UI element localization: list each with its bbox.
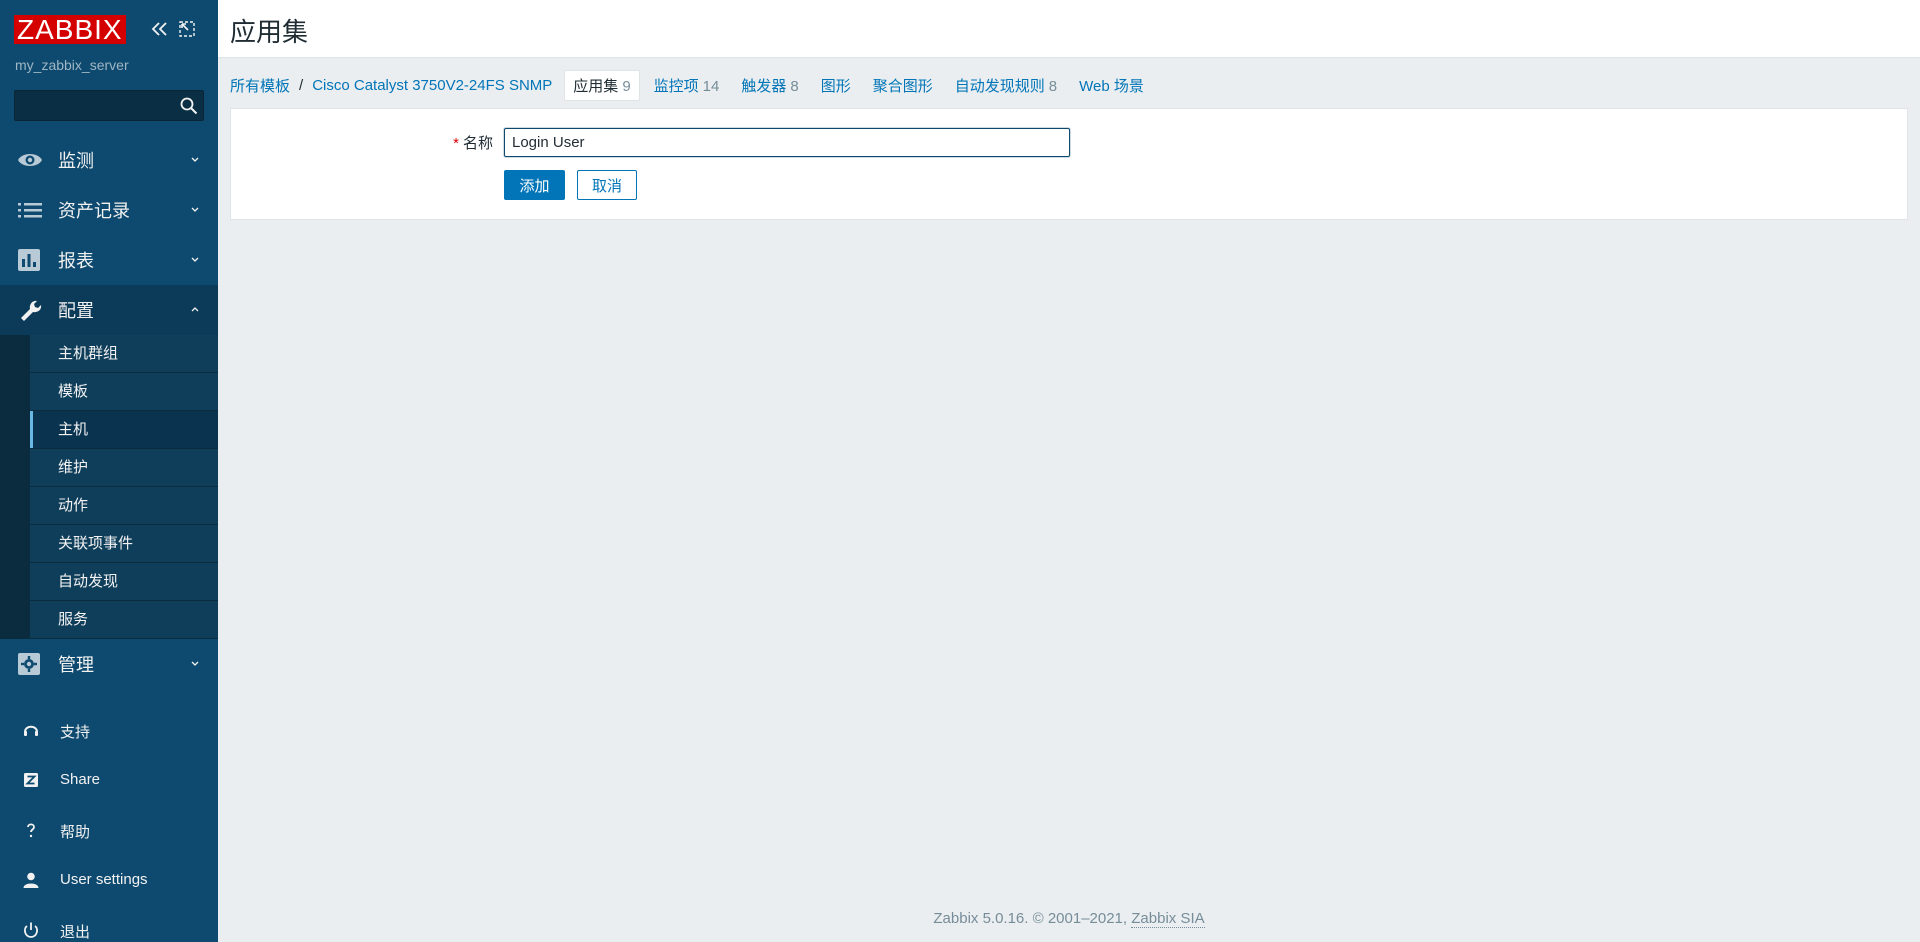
tab-label: Web 场景 [1079,77,1144,95]
server-name: my_zabbix_server [15,57,129,73]
menu-item-configuration[interactable]: 配置 [0,285,218,335]
menu-item-inventory[interactable]: 资产记录 [0,185,218,235]
submenu-item-maintenance[interactable]: 维护 [30,449,218,487]
kiosk-mode-icon[interactable] [178,20,196,38]
share-icon [24,773,38,787]
menu-label: 报表 [58,251,94,271]
sidebar-search [14,90,204,121]
menu-item-help[interactable]: 帮助 [0,805,218,855]
menu-label: 退出 [60,924,91,941]
tab-count: 8 [790,77,799,95]
menu-label: 帮助 [60,824,91,841]
collapse-sidebar-icon[interactable] [148,18,170,40]
menu-item-sign-out[interactable]: 退出 [0,905,218,942]
bar-chart-icon [18,249,40,271]
submenu-item-templates[interactable]: 模板 [30,373,218,411]
page-title: 应用集 [230,17,309,47]
submenu-item-services[interactable]: 服务 [30,601,218,639]
chevron-down-icon [191,257,199,262]
menu-label: User settings [60,871,148,888]
sidebar: ZABBIX my_zabbix_server 监测 资产记录 报表 配置 主机… [0,0,218,942]
tab-count: 9 [622,77,631,95]
menu-label: Share [60,771,101,788]
cancel-button[interactable]: 取消 [577,170,637,200]
application-form: *名称 添加 取消 [230,108,1908,220]
menu-item-support[interactable]: 支持 [0,705,218,755]
menu-item-share[interactable]: Share [0,755,218,805]
tab-label: 应用集 [573,77,619,95]
tab-screens[interactable]: 聚合图形 [865,71,941,100]
name-label-text: 名称 [462,135,493,152]
tab-count: 8 [1048,77,1058,95]
footer: Zabbix 5.0.16. © 2001–2021, Zabbix SIA [218,910,1920,928]
chevron-down-icon [191,157,199,162]
required-mark: * [453,135,459,152]
tab-label: 图形 [820,77,851,95]
tab-count: 14 [702,77,720,95]
name-input[interactable] [504,128,1070,157]
menu-item-monitoring[interactable]: 监测 [0,135,218,185]
menu-label: 管理 [58,655,94,675]
search-input[interactable] [15,91,175,120]
headset-icon [24,725,38,736]
menu-label: 资产记录 [58,201,130,221]
chevron-down-icon [191,661,199,666]
tab-web-scenarios[interactable]: Web 场景 [1071,71,1152,100]
footer-vendor-link[interactable]: Zabbix SIA [1131,910,1205,928]
menu-label: 支持 [60,724,91,741]
tab-label: 聚合图形 [872,77,933,95]
tab-label: 自动发现规则 [954,77,1045,95]
chevron-down-icon [191,207,199,212]
list-icon [18,203,42,218]
breadcrumb-template[interactable]: Cisco Catalyst 3750V2-24FS SNMP [312,77,552,94]
breadcrumb-separator: / [299,76,304,94]
tab-graphs[interactable]: 图形 [813,71,859,100]
search-icon[interactable] [179,96,199,116]
page-header: 应用集 [218,0,1920,58]
menu-item-user-settings[interactable]: User settings [0,855,218,905]
tab-discovery-rules[interactable]: 自动发现规则 8 [947,71,1065,100]
submenu-item-discovery[interactable]: 自动发现 [30,563,218,601]
bottom-menu: 支持 Share 帮助 User settings 退出 [0,705,218,942]
tab-applications[interactable]: 应用集 9 [564,69,640,101]
tab-triggers[interactable]: 触发器 8 [733,71,806,100]
breadcrumb-all-templates[interactable]: 所有模板 [230,75,290,96]
tab-label: 触发器 [741,77,787,95]
name-label: * 名称 [231,132,493,153]
tab-items[interactable]: 监控项 14 [646,71,728,100]
sidebar-header: ZABBIX [0,0,218,60]
submenu-item-host-groups[interactable]: 主机群组 [30,335,218,373]
footer-copyright: Zabbix 5.0.16. © 2001–2021, [933,910,1132,927]
help-icon [27,823,35,838]
submenu-item-hosts[interactable]: 主机 [30,411,218,449]
template-navigation: 所有模板 / Cisco Catalyst 3750V2-24FS SNMP 应… [230,69,1158,101]
tab-label: 监控项 [653,77,699,95]
user-icon [23,872,39,888]
menu-label: 配置 [58,301,94,321]
submenu-item-actions[interactable]: 动作 [30,487,218,525]
menu-item-administration[interactable]: 管理 [0,639,218,689]
menu-item-reports[interactable]: 报表 [0,235,218,285]
power-icon [24,922,38,938]
menu-label: 监测 [58,151,94,171]
main-menu: 监测 资产记录 报表 配置 主机群组 模板 主机 维护 动作 关联项事件 自动发… [0,135,218,689]
wrench-icon [21,300,42,321]
add-button[interactable]: 添加 [504,170,565,200]
eye-icon [18,154,42,166]
gear-icon [18,653,40,675]
zabbix-logo[interactable]: ZABBIX [14,15,126,45]
configuration-submenu: 主机群组 模板 主机 维护 动作 关联项事件 自动发现 服务 [0,335,218,639]
submenu-item-event-correlation[interactable]: 关联项事件 [30,525,218,563]
chevron-up-icon [191,307,199,312]
